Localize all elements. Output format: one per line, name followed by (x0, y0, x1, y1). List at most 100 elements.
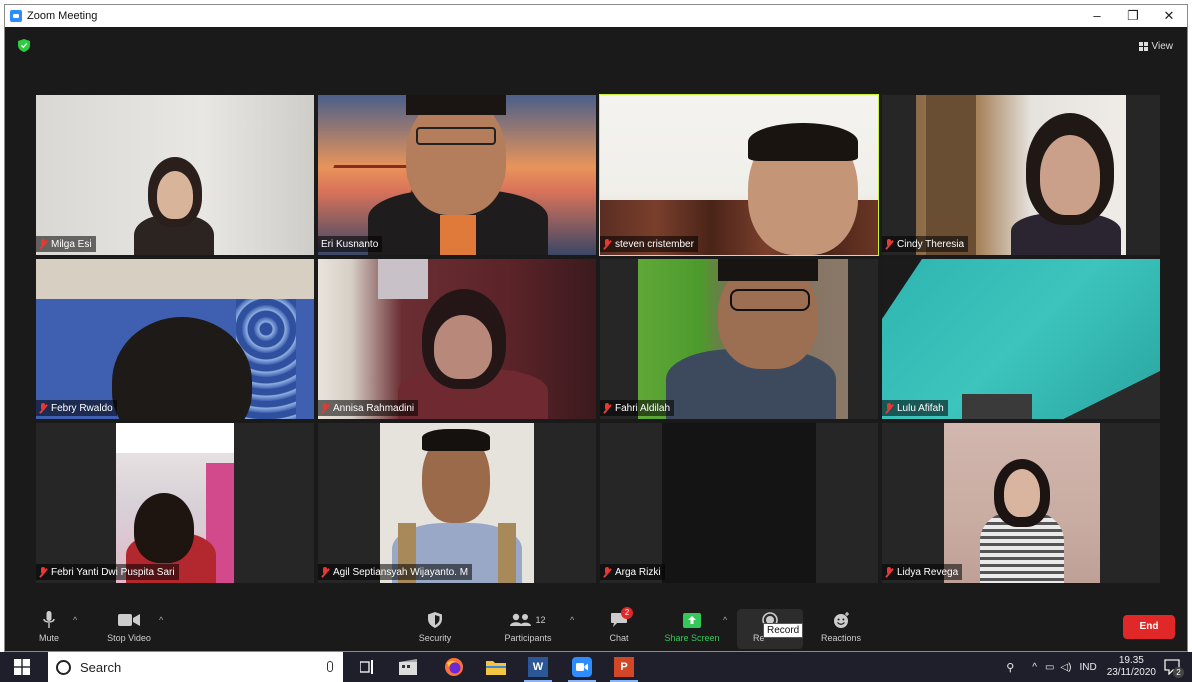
participant-tile[interactable]: Fahri Aldilah (600, 259, 878, 419)
mic-muted-icon (603, 402, 611, 414)
grid-view-icon (1138, 42, 1148, 51)
windows-start-icon[interactable] (14, 659, 30, 675)
participant-name: Lulu Afifah (897, 402, 944, 414)
participant-nameplate: Arga Rizki (600, 564, 665, 580)
chevron-up-icon[interactable]: ^ (723, 615, 727, 625)
view-label: View (1151, 41, 1174, 52)
participants-button[interactable]: 12 Participants (495, 609, 561, 643)
participant-tile[interactable]: Annisa Rahmadini (318, 259, 596, 419)
participant-video (882, 259, 1160, 419)
security-button[interactable]: Security (410, 609, 460, 643)
share-screen-icon (661, 609, 723, 631)
clock-time: 19.35 (1118, 655, 1144, 666)
restore-button[interactable]: ❐ (1115, 5, 1151, 27)
file-explorer-icon[interactable] (486, 657, 506, 677)
mic-muted-icon (885, 402, 893, 414)
chevron-up-icon[interactable]: ^ (73, 615, 77, 625)
mic-muted-icon (321, 402, 329, 414)
participant-tile[interactable]: Lulu Afifah (882, 259, 1160, 419)
participant-video (638, 259, 848, 419)
share-screen-label: Share Screen (664, 633, 720, 643)
participant-tile[interactable]: Cindy Theresia (882, 95, 1160, 255)
chat-label: Chat (609, 633, 629, 643)
participant-tile[interactable]: Eri Kusnanto (318, 95, 596, 255)
participant-name: Cindy Theresia (897, 238, 965, 250)
mic-muted-icon (603, 566, 611, 578)
participant-nameplate: steven cristember (600, 236, 698, 252)
participant-video (116, 423, 234, 583)
battery-icon[interactable]: ▭ (1045, 662, 1054, 673)
mute-button[interactable]: Mute (29, 609, 69, 643)
chevron-up-icon[interactable]: ^ (1032, 662, 1037, 673)
video-camera-icon (99, 609, 159, 631)
taskbar-search-box[interactable]: Search (48, 652, 343, 682)
powerpoint-icon[interactable]: P (610, 657, 638, 682)
share-screen-button[interactable]: Share Screen (661, 609, 723, 643)
participant-video (380, 423, 534, 583)
participants-label: Participants (504, 633, 552, 643)
mic-muted-icon (603, 238, 611, 250)
end-meeting-button[interactable]: End (1123, 615, 1175, 639)
smiley-icon (815, 609, 867, 631)
window-title: Zoom Meeting (27, 10, 98, 22)
close-button[interactable]: ✕ (1151, 5, 1187, 27)
mute-label: Mute (38, 633, 59, 643)
participant-tile[interactable]: Febry Rwaldo (36, 259, 314, 419)
participant-nameplate: Lidya Revega (882, 564, 963, 580)
participants-icon: 12 (495, 609, 561, 631)
film-app-icon[interactable] (398, 657, 418, 677)
notification-count: 2 (1173, 667, 1184, 678)
participant-nameplate: Febry Rwaldo (36, 400, 117, 416)
participant-name: Febri Yanti Dwi Puspita Sari (51, 566, 175, 578)
people-icon[interactable]: ⚲ (1006, 661, 1014, 674)
participant-tile[interactable]: Milga Esi (36, 95, 314, 255)
minimize-button[interactable]: – (1079, 5, 1115, 27)
view-button[interactable]: View (1138, 41, 1174, 52)
chat-button[interactable]: 2 Chat (601, 607, 637, 643)
participant-nameplate: Febri Yanti Dwi Puspita Sari (36, 564, 179, 580)
reactions-button[interactable]: Reactions (815, 609, 867, 643)
security-label: Security (418, 633, 452, 643)
participant-tile-active-speaker[interactable]: steven cristember (599, 94, 879, 256)
participant-tile[interactable]: Febri Yanti Dwi Puspita Sari (36, 423, 314, 583)
chevron-up-icon[interactable]: ^ (570, 615, 574, 625)
microphone-icon[interactable] (327, 661, 333, 672)
participant-video (318, 259, 596, 419)
firefox-icon[interactable] (444, 657, 464, 677)
participant-name: Febry Rwaldo (51, 402, 113, 414)
participant-nameplate: Agil Septiansyah Wijayanto. M (318, 564, 473, 580)
participant-name: Arga Rizki (615, 566, 661, 578)
participant-video (600, 95, 878, 255)
participant-tile[interactable]: Agil Septiansyah Wijayanto. M (318, 423, 596, 583)
word-icon[interactable]: W (524, 657, 552, 682)
participant-nameplate: Cindy Theresia (882, 236, 969, 252)
participant-tile[interactable]: Arga Rizki (600, 423, 878, 583)
notification-icon[interactable]: 2 (1164, 659, 1184, 678)
task-view-icon[interactable] (358, 657, 378, 677)
participant-name: Fahri Aldilah (615, 402, 671, 414)
zoom-app-icon (10, 10, 22, 22)
search-placeholder: Search (80, 659, 122, 675)
shield-icon[interactable] (18, 39, 30, 52)
participant-tile[interactable]: Lidya Revega (882, 423, 1160, 583)
participant-nameplate: Eri Kusnanto (318, 236, 383, 252)
participant-name: Lidya Revega (897, 566, 959, 578)
mic-muted-icon (321, 566, 329, 578)
taskbar-clock[interactable]: 19.35 23/11/2020 (1107, 655, 1156, 679)
participant-name: steven cristember (615, 238, 694, 250)
participant-video (318, 95, 596, 255)
participant-nameplate: Annisa Rahmadini (318, 400, 419, 416)
participant-video (916, 95, 1126, 255)
meeting-toolbar: Mute ^ Stop Video ^ Security 12 Particip… (5, 605, 1187, 651)
input-language[interactable]: IND (1079, 662, 1096, 673)
participant-nameplate: Lulu Afifah (882, 400, 948, 416)
stop-video-button[interactable]: Stop Video (99, 609, 159, 643)
cortana-icon (56, 659, 71, 675)
system-tray: ⚲ ^ ▭ ◁) IND 19.35 23/11/2020 2 (1006, 652, 1192, 682)
chevron-up-icon[interactable]: ^ (159, 615, 163, 625)
volume-icon[interactable]: ◁) (1060, 662, 1071, 673)
chat-badge: 2 (621, 607, 633, 619)
meeting-area: View Milga Esi Eri Kusnanto steven crist… (5, 27, 1187, 651)
zoom-taskbar-icon[interactable] (568, 657, 596, 682)
participant-name: Eri Kusnanto (321, 238, 379, 250)
